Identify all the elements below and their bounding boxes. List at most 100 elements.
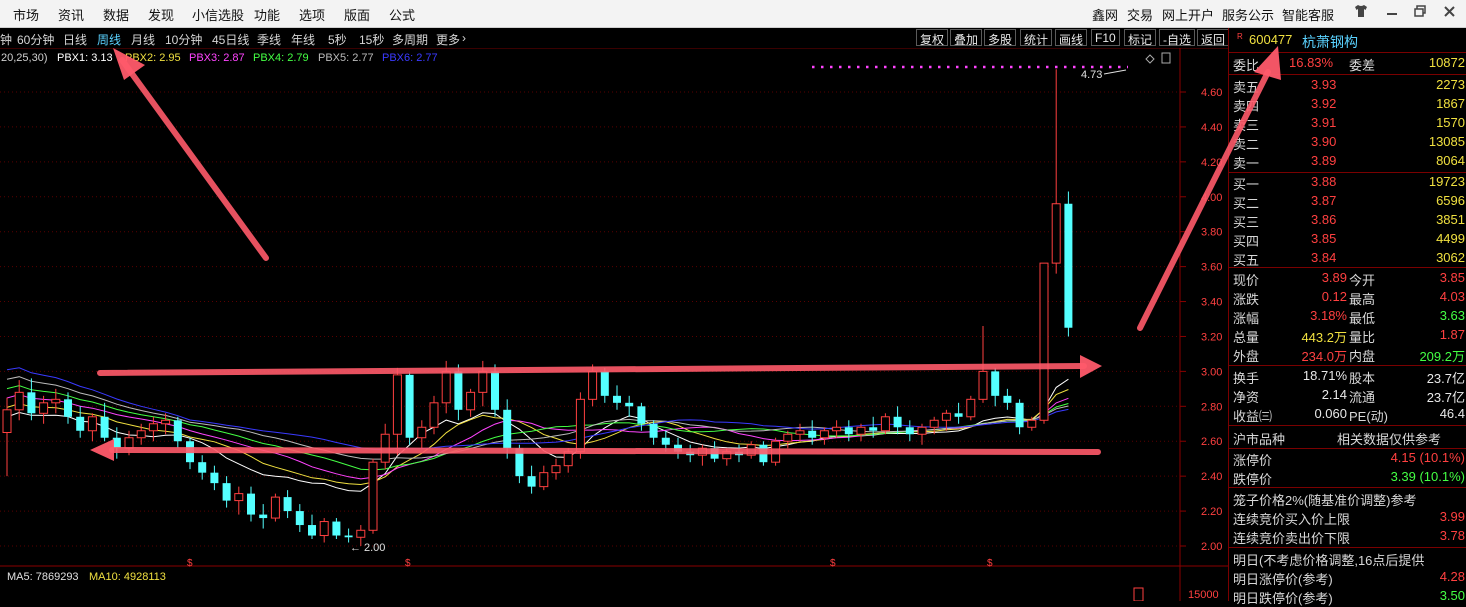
auction-limit-row[interactable]: 连续竞价买入价上限 3.99: [1229, 508, 1466, 527]
price-limit-row[interactable]: 涨停价 4.15 (10.1%): [1229, 449, 1466, 468]
quote-stat-row[interactable]: 外盘 234.0万 内盘 209.2万: [1229, 345, 1466, 364]
tool-restore-rights[interactable]: 复权: [916, 29, 949, 47]
candle-body: [87, 416, 97, 432]
menu-layout[interactable]: 版面: [344, 5, 370, 24]
quote-stat-row[interactable]: 涨跌 0.12 最高 4.03: [1229, 288, 1466, 307]
tool-multi-stock[interactable]: 多股: [984, 29, 1017, 47]
stat-value-2: 3.85: [1439, 270, 1465, 285]
ask-level-row[interactable]: 卖五 3.93 2273: [1229, 76, 1466, 95]
candle-body: [991, 371, 1000, 396]
period-quarter[interactable]: 季线: [257, 31, 281, 48]
window-toggle-icon[interactable]: [1161, 52, 1171, 64]
period-multi[interactable]: 多周期: [392, 31, 428, 48]
menu-trade[interactable]: 交易: [1127, 5, 1153, 24]
menu-discover[interactable]: 发现: [148, 5, 174, 24]
tool-watchlist[interactable]: -自选: [1159, 29, 1195, 47]
period-minute-partial[interactable]: 钟: [0, 31, 12, 48]
menu-bar: 市场 资讯 数据 发现 小信选股 功能 选项 版面 公式 鑫网 交易 网上开户 …: [0, 0, 1466, 28]
stat-value-2: 4.03: [1439, 289, 1465, 304]
stat-label-2: 内盘: [1349, 349, 1376, 364]
weicha-value: 10872: [1428, 55, 1465, 70]
ask-level-row[interactable]: 卖四 3.92 1867: [1229, 95, 1466, 114]
quote-stat-row[interactable]: 总量 443.2万 量比 1.87: [1229, 326, 1466, 345]
candle-body: [966, 398, 976, 418]
price-limit-row[interactable]: 跌停价 3.39 (10.1%): [1229, 468, 1466, 487]
axis-tick-label: 3.60: [1201, 262, 1222, 274]
low-price-label: 2.00: [364, 542, 385, 554]
axis-tick-label: 2.40: [1201, 471, 1222, 483]
auction-limit-row[interactable]: 连续竞价卖出价下限 3.78: [1229, 527, 1466, 546]
diamond-icon[interactable]: [1145, 54, 1155, 64]
menu-data[interactable]: 数据: [103, 5, 129, 24]
period-10min[interactable]: 10分钟: [165, 31, 202, 48]
period-week[interactable]: 周线: [97, 31, 121, 48]
period-toolbar: 钟 60分钟 日线 周线 月线 10分钟 45日线 季线 年线 5秒 15秒 多…: [0, 28, 1230, 49]
period-month[interactable]: 月线: [131, 31, 155, 48]
ma-line-PBX5: [6, 376, 1069, 460]
shirt-icon[interactable]: [1354, 4, 1368, 21]
tomorrow-limit-row[interactable]: 明日跌停价(参考) 3.50: [1229, 587, 1466, 606]
axis-tick-label: 4.40: [1201, 122, 1222, 134]
period-45day[interactable]: 45日线: [212, 31, 249, 48]
menu-service-notice[interactable]: 服务公示: [1222, 5, 1274, 24]
close-icon[interactable]: [1443, 4, 1456, 21]
candle-body: [661, 437, 670, 445]
quote-stat-row[interactable]: 涨幅 3.18% 最低 3.63: [1229, 307, 1466, 326]
stock-name[interactable]: 杭萧钢构: [1302, 32, 1358, 52]
bid-level-row[interactable]: 买一 3.88 19723: [1229, 173, 1466, 192]
candle-body: [869, 427, 878, 431]
candle-body: [1064, 203, 1073, 328]
tomorrow-note-row: 明日(不考虑价格调整,16点后提供: [1229, 549, 1466, 568]
bid-level-row[interactable]: 买三 3.86 3851: [1229, 211, 1466, 230]
candle-body: [295, 511, 304, 526]
bid-level-row[interactable]: 买四 3.85 4499: [1229, 230, 1466, 249]
menu-smart-support[interactable]: 智能客服: [1282, 5, 1334, 24]
tool-back[interactable]: 返回: [1197, 29, 1230, 47]
minimize-icon[interactable]: [1386, 4, 1398, 21]
quote-stat-row[interactable]: 现价 3.89 今开 3.85: [1229, 269, 1466, 288]
period-15sec[interactable]: 15秒: [359, 31, 384, 48]
restore-icon[interactable]: [1414, 4, 1427, 21]
axis-tick-label: 2.60: [1201, 436, 1222, 448]
tool-mark[interactable]: 标记: [1124, 29, 1157, 47]
kline-chart[interactable]: $ $ $ $ 4.60 4.40 4.20 4.00 3.80 3.60 3.40 3.20 3.0…: [0, 48, 1228, 601]
period-60min[interactable]: 60分钟: [17, 31, 54, 48]
period-more[interactable]: 更多: [436, 31, 460, 48]
menu-functions[interactable]: 功能: [254, 5, 280, 24]
tool-draw-line[interactable]: 画线: [1055, 29, 1088, 47]
menu-open-account[interactable]: 网上开户: [1162, 5, 1214, 24]
ask-level-row[interactable]: 卖一 3.89 8064: [1229, 152, 1466, 171]
tool-statistics[interactable]: 统计: [1020, 29, 1053, 47]
candle-body: [124, 437, 134, 449]
fundamental-stat-row[interactable]: 净资 2.14 流通 23.7亿: [1229, 386, 1466, 405]
menu-stock-picker[interactable]: 小信选股: [192, 5, 244, 24]
menu-xinwang[interactable]: 鑫网: [1092, 5, 1118, 24]
candle-body: [308, 525, 316, 536]
menu-options[interactable]: 选项: [299, 5, 325, 24]
period-year[interactable]: 年线: [291, 31, 315, 48]
high-price-pointer: [1103, 69, 1127, 75]
tomorrow-label: 明日涨停价(参考): [1233, 572, 1333, 587]
ask-level-row[interactable]: 卖二 3.90 13085: [1229, 133, 1466, 152]
candle-body: [941, 412, 951, 421]
ask-price: 3.89: [1311, 153, 1337, 168]
menu-formula[interactable]: 公式: [389, 5, 415, 24]
tomorrow-limit-row[interactable]: 明日涨停价(参考) 4.28: [1229, 568, 1466, 587]
tool-f10[interactable]: F10: [1091, 29, 1120, 46]
ask-level-row[interactable]: 卖三 3.91 1570: [1229, 114, 1466, 133]
fundamental-stat-row[interactable]: 收益㈢ 0.060 PE(动) 46.4: [1229, 405, 1466, 424]
chevron-right-icon[interactable]: ›: [462, 31, 466, 45]
candle-body: [795, 430, 805, 435]
period-day[interactable]: 日线: [63, 31, 87, 48]
bid-price: 3.86: [1311, 212, 1337, 227]
stat-value: 3.89: [1321, 270, 1347, 285]
stock-code[interactable]: 600477: [1249, 32, 1292, 47]
bid-level-row[interactable]: 买二 3.87 6596: [1229, 192, 1466, 211]
bid-level-row[interactable]: 买五 3.84 3062: [1229, 249, 1466, 268]
tool-overlay[interactable]: 叠加: [950, 29, 983, 47]
menu-market[interactable]: 市场: [13, 5, 39, 24]
period-5sec[interactable]: 5秒: [328, 31, 347, 48]
fundamental-stat-row[interactable]: 换手 18.71% 股本 23.7亿: [1229, 367, 1466, 386]
volume-bar: [1133, 587, 1144, 601]
menu-news[interactable]: 资讯: [58, 5, 84, 24]
